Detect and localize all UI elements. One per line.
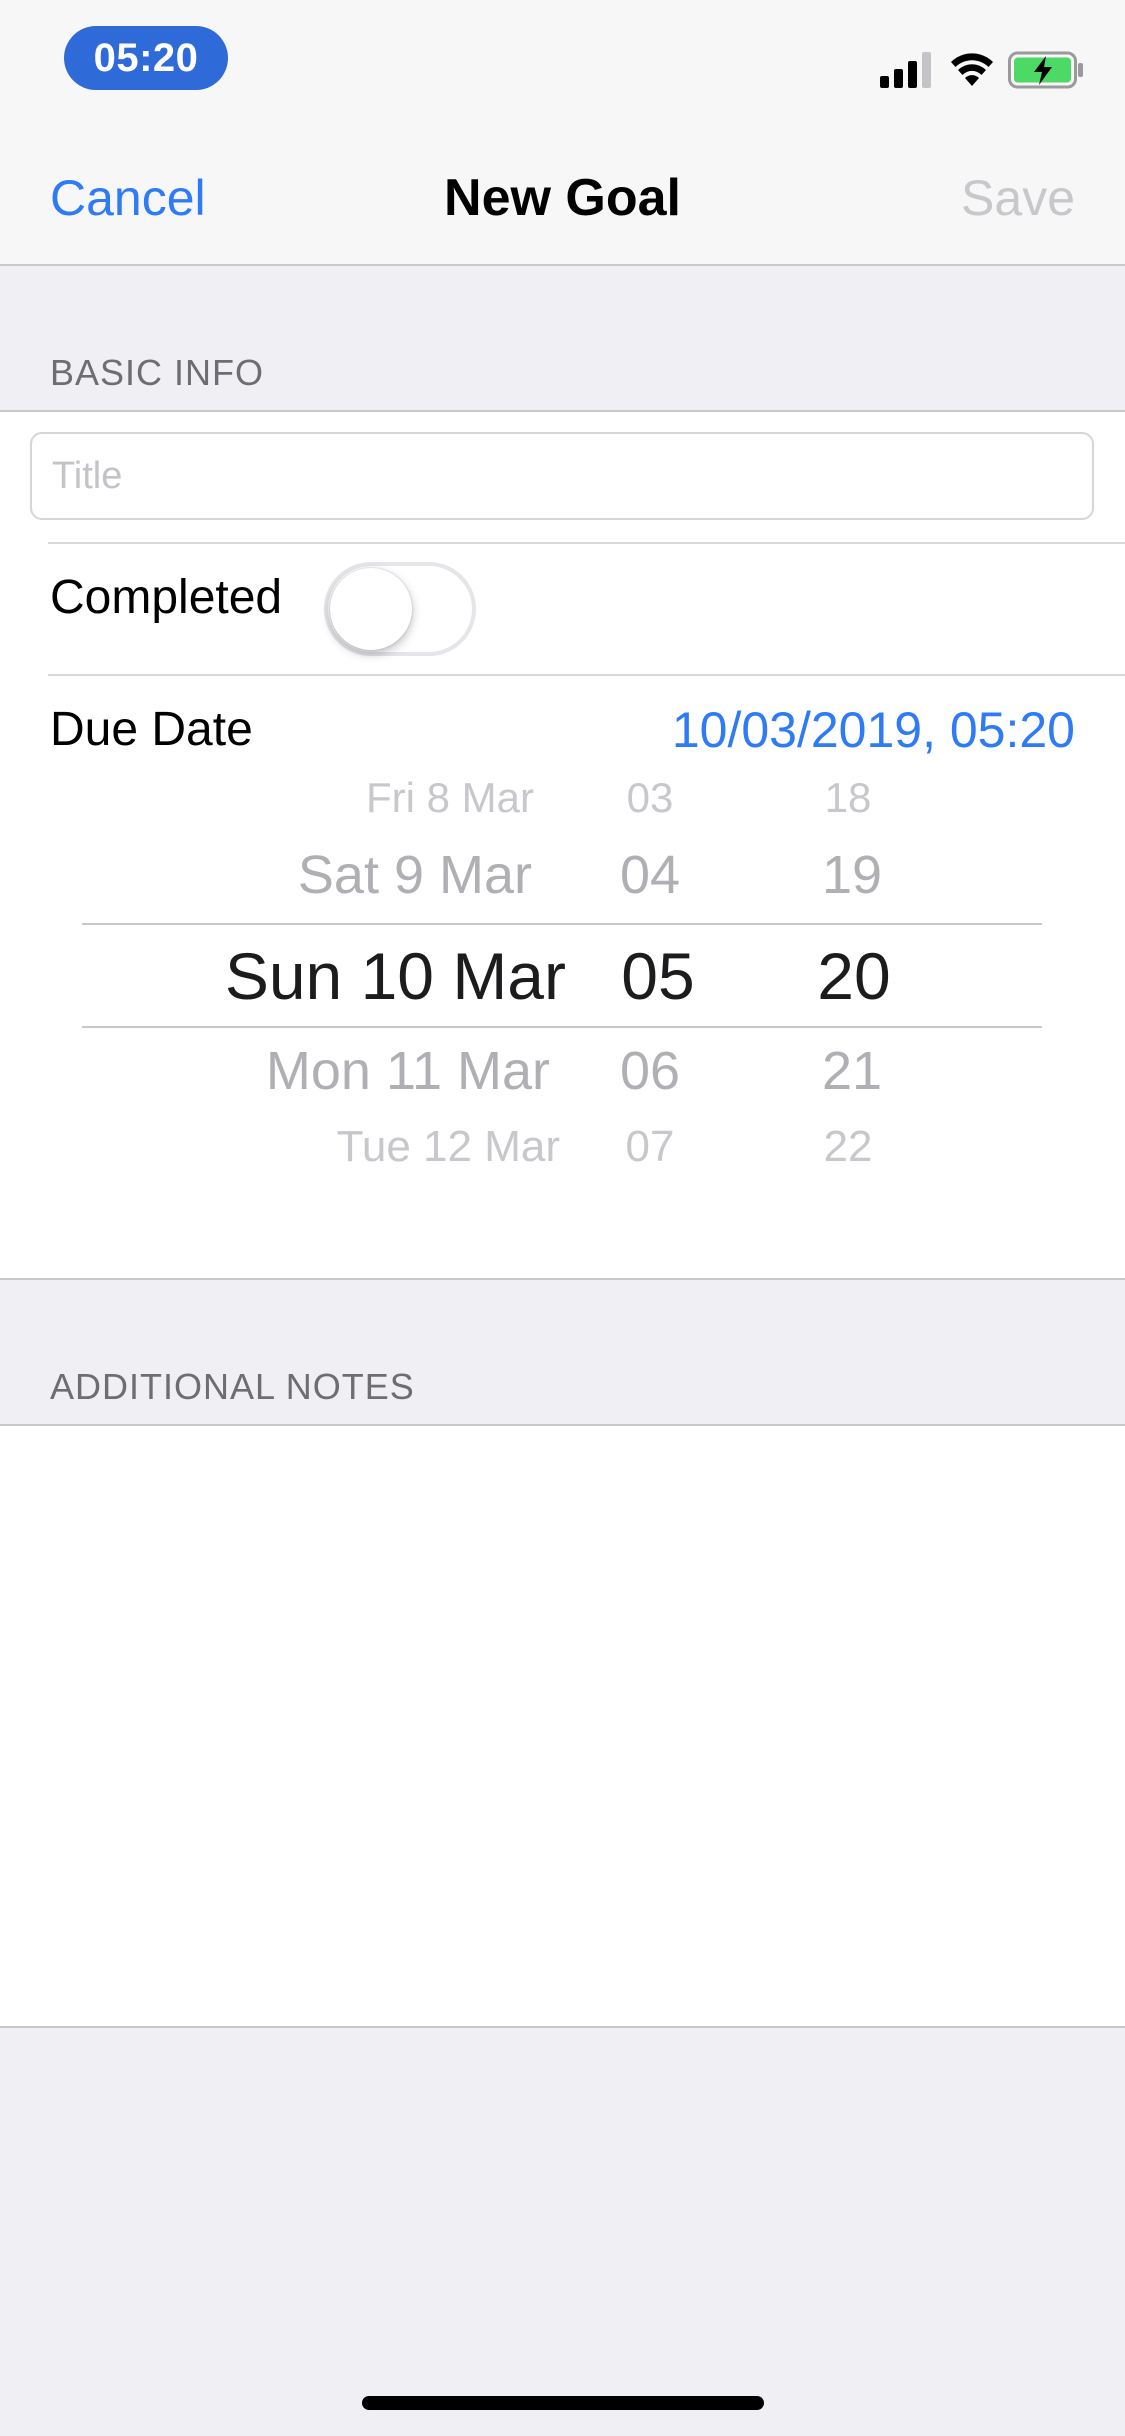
home-indicator[interactable]	[362, 2396, 764, 2410]
wifi-icon	[951, 53, 993, 86]
completed-toggle[interactable]	[324, 562, 476, 656]
additional-notes-field[interactable]	[0, 1424, 1125, 2028]
row-divider	[48, 542, 1125, 544]
picker-hour-option[interactable]: 04	[590, 844, 710, 906]
picker-date-option[interactable]: Tue 12 Mar	[140, 1122, 560, 1172]
status-time[interactable]: 05:20	[64, 26, 228, 90]
page-title: New Goal	[444, 169, 681, 227]
picker-hour-selected[interactable]: 05	[590, 938, 726, 1014]
completed-label: Completed	[50, 571, 283, 624]
navigation-bar: 05:20 Cancel New Goal Save	[0, 0, 1125, 266]
picker-date-option[interactable]: Mon 11 Mar	[120, 1040, 550, 1102]
cellular-signal-icon	[880, 52, 931, 88]
additional-notes-header: ADDITIONAL NOTES	[50, 1366, 415, 1407]
picker-minute-selected[interactable]: 20	[786, 938, 922, 1014]
date-time-picker[interactable]: Fri 8 Mar 03 18 Sat 9 Mar 04 19 Sun 10 M…	[0, 760, 1125, 1200]
picker-minute-option[interactable]: 18	[788, 774, 908, 822]
picker-selection-line-top	[82, 923, 1042, 925]
toggle-knob	[330, 568, 412, 650]
save-button[interactable]: Save	[961, 168, 1075, 228]
picker-date-selected[interactable]: Sun 10 Mar	[90, 938, 566, 1014]
picker-minute-option[interactable]: 19	[792, 844, 912, 906]
due-date-label: Due Date	[50, 703, 253, 756]
picker-selection-line-bottom	[82, 1026, 1042, 1028]
basic-info-header: BASIC INFO	[50, 352, 265, 393]
picker-minute-option[interactable]: 21	[792, 1040, 912, 1102]
picker-hour-option[interactable]: 06	[590, 1040, 710, 1102]
row-divider	[48, 674, 1125, 676]
picker-date-option[interactable]: Sat 9 Mar	[120, 844, 532, 906]
picker-date-option[interactable]: Fri 8 Mar	[140, 774, 534, 822]
picker-hour-option[interactable]: 07	[590, 1122, 710, 1172]
picker-minute-option[interactable]: 22	[788, 1122, 908, 1172]
due-date-value[interactable]: 10/03/2019, 05:20	[672, 700, 1075, 760]
title-input[interactable]	[30, 432, 1094, 520]
battery-charging-icon	[1008, 51, 1083, 89]
picker-hour-option[interactable]: 03	[590, 774, 710, 822]
